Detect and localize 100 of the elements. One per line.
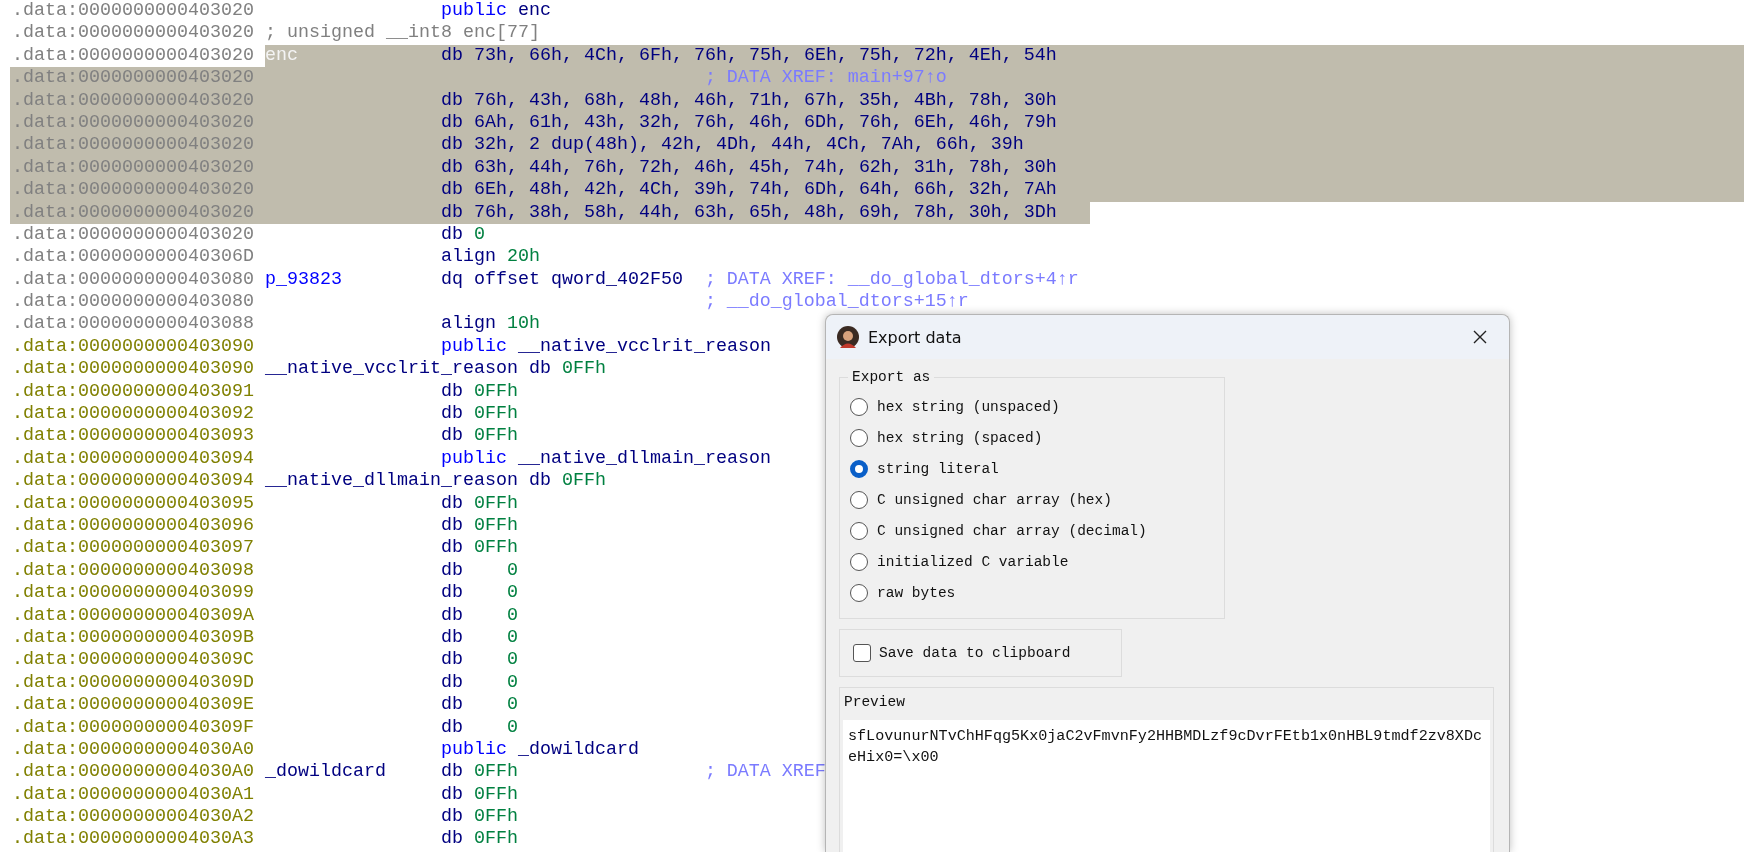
mnemonic: db xyxy=(440,783,463,805)
listing-line[interactable]: .data:0000000000403093 db 0FFh xyxy=(10,425,705,448)
mnemonic: db xyxy=(440,179,463,201)
listing-line[interactable]: .data:0000000000403020 ; unsigned __int8 enc[77] xyxy=(10,22,540,45)
listing-line[interactable]: .data:0000000000403097 db 0FFh xyxy=(10,537,705,560)
operand: 0FFh xyxy=(473,515,518,536)
dialog-title: Export data xyxy=(868,327,963,347)
radio-button[interactable] xyxy=(850,428,868,447)
line-label: enc xyxy=(264,44,299,68)
listing-line[interactable]: .data:000000000040309F db 0 xyxy=(10,716,705,739)
radio-label[interactable]: string literal xyxy=(877,460,999,477)
line-address: .data:0000000000403020 xyxy=(12,111,255,135)
operand: 0 xyxy=(505,716,518,738)
line-comment: ; DATA XREF: main+97↑o xyxy=(704,67,947,90)
listing-line[interactable]: .data:0000000000403080 p_93823 dq offset qword_402F50 ; DATA XREF: __do_global_dtors+4↑r xyxy=(10,268,1079,292)
line-address: .data:0000000000403099 xyxy=(12,582,255,605)
listing-line[interactable]: .data:00000000004030A0 _dowildcard db 0FFh ; DATA XREF xyxy=(10,761,826,784)
listing-line[interactable]: .data:0000000000403091 db 0FFh xyxy=(10,380,705,404)
mnemonic: db xyxy=(440,604,463,626)
listing-line[interactable]: .data:0000000000403098 db 0 xyxy=(10,559,705,583)
mnemonic: db xyxy=(440,515,463,536)
listing-line[interactable]: .data:0000000000403090 __native_vcclrit_reason db 0FFh xyxy=(10,358,793,381)
line-address: .data:0000000000403090 xyxy=(12,358,255,381)
checkbox-label[interactable]: Save data to clipboard xyxy=(879,645,1071,661)
mnemonic: db xyxy=(440,537,463,559)
line-address: .data:000000000040306D xyxy=(12,246,255,269)
mnemonic: db xyxy=(440,492,463,514)
listing-line[interactable]: .data:0000000000403020 db 0 xyxy=(10,223,705,247)
mnemonic: db xyxy=(440,403,463,425)
operand: 0 xyxy=(505,559,518,581)
listing-line[interactable]: .data:00000000004030A2 db 0FFh xyxy=(10,806,705,829)
radio-button[interactable] xyxy=(850,397,868,416)
line-address: .data:0000000000403093 xyxy=(12,425,255,448)
radio-button[interactable] xyxy=(850,459,868,478)
operand: 0FFh xyxy=(473,380,518,402)
line-address: .data:0000000000403020 xyxy=(12,201,255,224)
mnemonic: public xyxy=(440,335,507,357)
line-comment: ; __do_global_dtors+15↑r xyxy=(704,291,969,314)
listing-line[interactable]: .data:000000000040309D db 0 xyxy=(10,671,705,695)
operand: 0 xyxy=(505,604,518,626)
mnemonic: db xyxy=(440,828,463,850)
operand: 0FFh xyxy=(473,828,518,850)
listing-line[interactable]: .data:0000000000403088 align 10h xyxy=(10,313,705,336)
listing-line[interactable]: .data:000000000040309E db 0 xyxy=(10,694,705,717)
mnemonic: align xyxy=(440,313,496,335)
line-address: .data:0000000000403095 xyxy=(12,492,255,515)
operand: _dowildcard xyxy=(517,738,639,760)
radio-button[interactable] xyxy=(850,552,868,571)
line-label: __native_dllmain_reason xyxy=(264,470,519,493)
operand: 63h, 44h, 76h, 72h, 46h, 45h, 74h, 62h, 31h, 78h, 30h xyxy=(473,156,1057,178)
listing-line[interactable]: .data:00000000004030A3 db 0FFh xyxy=(10,828,705,851)
radio-label[interactable]: C unsigned char array (decimal) xyxy=(877,522,1147,539)
operand: enc xyxy=(517,0,551,21)
radio-button[interactable] xyxy=(850,490,868,509)
operand: 0FFh xyxy=(473,783,518,805)
preview-field[interactable]: sfLovunurNTvChHFqg5Kx0jaC2vFmvnFy2HHBMDLzf9cDvrFEtb1x0nHBL9tmdf2zv8XDceHix0=\x00 xyxy=(843,720,1490,852)
listing-line[interactable]: .data:0000000000403080 ; __do_global_dtors+15↑r xyxy=(10,291,969,314)
radio-button[interactable] xyxy=(850,521,868,540)
listing-line[interactable]: .data:000000000040309C db 0 xyxy=(10,649,705,672)
operand: 76h, 43h, 68h, 48h, 46h, 71h, 67h, 35h, 4Bh, 78h, 30h xyxy=(473,89,1057,111)
listing-line[interactable]: .data:0000000000403020 public enc xyxy=(10,0,705,23)
listing-line[interactable]: .data:000000000040309B db 0 xyxy=(10,626,705,650)
radio-label[interactable]: hex string (unspaced) xyxy=(877,398,1060,415)
radio-label[interactable]: hex string (spaced) xyxy=(877,429,1043,446)
listing-line[interactable]: .data:0000000000403099 db 0 xyxy=(10,582,705,605)
listing-line[interactable]: .data:0000000000403090 public __native_vcclrit_reason xyxy=(10,335,771,359)
line-address: .data:000000000040309A xyxy=(12,604,255,627)
line-label: p_93823 xyxy=(264,268,343,292)
line-address: .data:0000000000403080 xyxy=(12,291,255,314)
listing-line[interactable]: .data:000000000040306D align 20h xyxy=(10,246,705,269)
listing-line[interactable]: .data:0000000000403094 public __native_dllmain_reason xyxy=(10,447,771,471)
listing-line[interactable]: .data:0000000000403095 db 0FFh xyxy=(10,492,705,515)
operand: 0FFh xyxy=(473,806,518,828)
listing-line[interactable]: .data:00000000004030A0 public _dowildcard xyxy=(10,738,705,762)
line-address: .data:0000000000403094 xyxy=(12,447,255,471)
listing-line[interactable]: .data:000000000040309A db 0 xyxy=(10,604,705,627)
operand: 76h, 38h, 58h, 44h, 63h, 65h, 48h, 69h, 78h, 30h, 3Dh xyxy=(473,201,1057,223)
listing-line[interactable]: .data:0000000000403094 __native_dllmain_reason db 0FFh xyxy=(10,470,793,493)
radio-label[interactable]: initialized C variable xyxy=(877,553,1069,570)
operand: 0 xyxy=(505,582,518,604)
operand: 0 xyxy=(505,694,518,716)
line-address: .data:0000000000403020 xyxy=(12,156,255,180)
mnemonic: db xyxy=(440,223,463,245)
operand: 0 xyxy=(473,223,485,245)
listing-line[interactable]: .data:0000000000403092 db 0FFh xyxy=(10,403,705,426)
mnemonic: db xyxy=(440,716,463,738)
line-comment: ; unsigned __int8 enc[77] xyxy=(264,22,540,45)
radio-label[interactable]: raw bytes xyxy=(877,584,956,601)
mnemonic: public xyxy=(440,0,507,21)
checkbox[interactable] xyxy=(853,644,871,662)
operand: __native_vcclrit_reason xyxy=(517,335,771,357)
line-address: .data:000000000040309C xyxy=(12,649,255,672)
listing-line[interactable]: .data:0000000000403096 db 0FFh xyxy=(10,515,705,538)
mnemonic: db xyxy=(440,806,463,828)
listing-line[interactable]: .data:00000000004030A1 db 0FFh xyxy=(10,783,705,807)
line-address: .data:000000000040309F xyxy=(12,716,255,739)
radio-button[interactable] xyxy=(850,583,868,602)
line-address: .data:0000000000403088 xyxy=(12,313,255,336)
radio-label[interactable]: C unsigned char array (hex) xyxy=(877,491,1112,508)
operand: 0FFh xyxy=(473,425,518,447)
